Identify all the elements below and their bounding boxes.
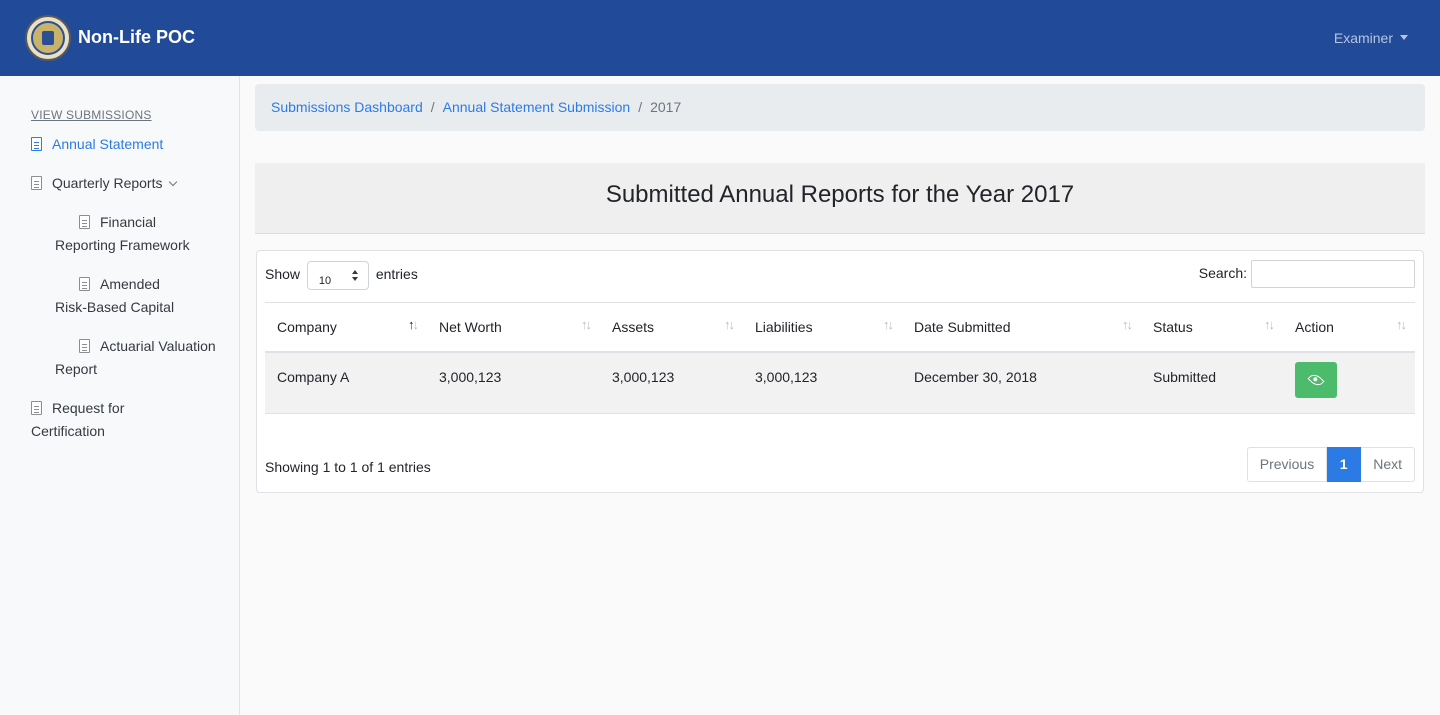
sort-down-icon — [351, 277, 358, 281]
sort-icon: ↑↓ — [883, 317, 894, 332]
table-header-row: Company ↑↓ Net Worth ↑↓ Assets ↑↓ Liabiliti… — [265, 302, 1415, 353]
column-header-label: Net Worth — [439, 318, 502, 335]
document-icon — [31, 176, 42, 190]
breadcrumb-submissions-dashboard[interactable]: Submissions Dashboard — [271, 99, 423, 115]
page-title: Submitted Annual Reports for the Year 20… — [605, 181, 1075, 208]
column-header-label: Company — [277, 318, 337, 335]
table-row: Company A 3,000,123 3,000,123 3,000,123 … — [265, 351, 1415, 414]
cell-date-submitted: December 30, 2018 — [902, 351, 1141, 414]
document-icon — [31, 401, 42, 415]
search-label: Search: — [1198, 265, 1247, 281]
sidebar-item-annual-statement[interactable]: Annual Statement — [31, 133, 163, 156]
sort-icon: ↑↓ — [1264, 317, 1275, 332]
logo-seal — [25, 15, 71, 61]
column-header-date-submitted[interactable]: Date Submitted ↑↓ — [902, 302, 1141, 353]
document-icon — [79, 339, 90, 353]
eye-icon — [1307, 371, 1325, 388]
length-prefix: Show — [265, 266, 301, 283]
column-header-company[interactable]: Company ↑↓ — [265, 302, 427, 353]
column-header-action[interactable]: Action ↑↓ — [1283, 302, 1415, 353]
column-header-label: Action — [1295, 318, 1334, 335]
next-page-button[interactable]: Next — [1361, 447, 1415, 482]
column-header-liabilities[interactable]: Liabilities ↑↓ — [743, 302, 902, 353]
sort-icon: ↑↓ — [1122, 317, 1133, 332]
sidebar-item-actuarial-valuation-report[interactable]: Actuarial Valuation Report — [55, 335, 220, 381]
chevron-down-icon — [169, 177, 178, 187]
sidebar-item-financial-reporting-framework[interactable]: Financial Reporting Framework — [55, 211, 220, 257]
breadcrumb-annual-statement-submission[interactable]: Annual Statement Submission — [443, 99, 631, 115]
entries-select-value: 10 — [318, 275, 332, 287]
document-icon — [79, 277, 90, 291]
column-header-status[interactable]: Status ↑↓ — [1141, 302, 1283, 353]
breadcrumb-separator: / — [430, 99, 435, 115]
length-suffix: entries — [375, 266, 418, 283]
user-label: Examiner — [1333, 30, 1393, 46]
previous-page-button[interactable]: Previous — [1246, 447, 1328, 482]
pagination: Previous 1 Next — [1246, 447, 1415, 482]
cell-net-worth: 3,000,123 — [427, 351, 600, 414]
sort-up-icon — [351, 270, 358, 274]
entries-length-control: Show 10 entries — [265, 261, 418, 290]
sidebar-item-label: Financial Reporting Framework — [55, 214, 190, 253]
cell-action — [1283, 351, 1415, 414]
document-icon — [31, 137, 42, 151]
sort-icon: ↑↓ — [581, 317, 592, 332]
cell-liabilities: 3,000,123 — [743, 351, 902, 414]
sidebar-heading[interactable]: VIEW SUBMISSIONS — [31, 108, 152, 122]
page-1-button[interactable]: 1 — [1327, 447, 1362, 482]
page-header: Submitted Annual Reports for the Year 20… — [255, 163, 1425, 234]
sidebar-item-label: Annual Statement — [52, 136, 164, 152]
sort-ascending-icon: ↑↓ — [408, 317, 419, 332]
sidebar-item-label: Quarterly Reports — [52, 175, 163, 191]
caret-down-icon — [1400, 34, 1408, 40]
submissions-table-card: Show 10 entries Search: Company ↑↓ Net Wo… — [256, 250, 1424, 493]
entries-select[interactable]: 10 — [306, 261, 369, 290]
sidebar-item-request-for-certification[interactable]: Request for Certification — [31, 397, 161, 443]
table-info: Showing 1 to 1 of 1 entries — [265, 459, 431, 475]
sidebar-item-label: Request for Certification — [31, 400, 125, 439]
view-button[interactable] — [1295, 361, 1337, 398]
column-header-label: Date Submitted — [914, 318, 1011, 335]
user-menu[interactable]: Examiner — [1334, 28, 1408, 48]
sidebar: VIEW SUBMISSIONS Annual Statement Quarte… — [0, 76, 240, 715]
column-header-net-worth[interactable]: Net Worth ↑↓ — [427, 302, 600, 353]
sidebar-item-label: Amended Risk-Based Capital — [55, 276, 175, 315]
search-input[interactable] — [1251, 260, 1415, 289]
sort-icon: ↑↓ — [724, 317, 735, 332]
column-header-label: Liabilities — [755, 318, 813, 335]
document-icon — [79, 215, 90, 229]
column-header-label: Assets — [612, 318, 655, 335]
breadcrumb-current: 2017 — [650, 99, 682, 115]
column-header-assets[interactable]: Assets ↑↓ — [600, 302, 743, 353]
navbar: Non-Life POC Examiner — [0, 0, 1440, 76]
sidebar-item-amended-risk-based-capital[interactable]: Amended Risk-Based Capital — [55, 273, 195, 319]
cell-status: Submitted — [1141, 351, 1283, 414]
app-title[interactable]: Non-Life POC — [78, 26, 195, 48]
sidebar-item-quarterly-reports[interactable]: Quarterly Reports — [31, 172, 178, 195]
breadcrumb: Submissions Dashboard / Annual Statement S… — [255, 84, 1425, 131]
column-header-label: Status — [1153, 318, 1193, 335]
cell-assets: 3,000,123 — [600, 351, 743, 414]
main-content: Submissions Dashboard / Annual Statement S… — [240, 76, 1440, 715]
breadcrumb-separator: / — [638, 99, 643, 115]
sort-icon: ↑↓ — [1396, 317, 1407, 332]
submissions-table: Company ↑↓ Net Worth ↑↓ Assets ↑↓ Liabiliti… — [265, 302, 1415, 414]
table-search: Search: — [1198, 259, 1415, 289]
cell-company: Company A — [265, 351, 427, 414]
